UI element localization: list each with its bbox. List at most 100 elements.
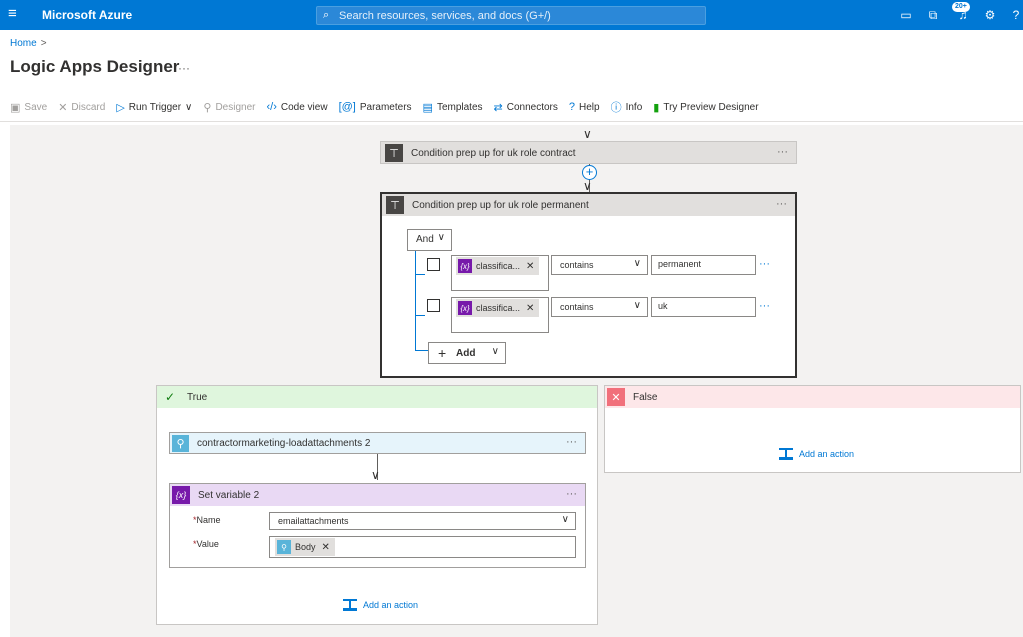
templates-icon: ▤ xyxy=(422,101,433,114)
info-button[interactable]: ⓘ Info xyxy=(611,99,643,115)
add-action-icon xyxy=(343,599,357,611)
search-input[interactable] xyxy=(339,9,699,22)
directory-filter-icon[interactable]: ⧉ xyxy=(925,7,941,23)
tree-line xyxy=(415,315,425,316)
top-bar: ≡ Microsoft Azure ⌕ ▭ ⧉ ♫ 20+ ⚙ ? xyxy=(0,0,1023,30)
remove-token-icon[interactable]: ✕ xyxy=(526,261,534,272)
condition-icon: ⊤ xyxy=(385,144,403,162)
condition-permanent-more-button[interactable]: ··· xyxy=(776,198,787,210)
chevron-down-icon: ∨ xyxy=(633,258,641,269)
true-branch-label: True xyxy=(187,391,208,403)
save-icon: ▣ xyxy=(10,101,21,114)
settings-gear-icon[interactable]: ⚙ xyxy=(982,7,998,23)
question-icon: ? xyxy=(568,101,575,113)
false-add-action-button[interactable]: Add an action xyxy=(779,448,854,460)
chevron-down-icon: ∨ xyxy=(185,101,193,113)
dynamic-content-token[interactable]: {x} classifica... ✕ xyxy=(456,299,540,317)
connectors-icon: ⇄ xyxy=(493,101,503,114)
set-variable-title: Set variable 2 xyxy=(198,489,260,501)
templates-button[interactable]: ▤ Templates xyxy=(423,101,483,114)
info-icon: ⓘ xyxy=(610,102,622,114)
designer-toolbar: ▣ Save ✕ Discard ▷ Run Trigger ∨ ⚲ Designer ‹… xyxy=(10,98,770,116)
page-more-button[interactable]: ··· xyxy=(178,61,190,75)
row-more-button[interactable]: ··· xyxy=(759,300,770,312)
cloud-shell-icon[interactable]: ▭ xyxy=(898,7,914,23)
chevron-down-icon: ∨ xyxy=(633,300,641,311)
plus-icon: + xyxy=(438,345,447,361)
tree-line xyxy=(415,350,429,351)
row-checkbox[interactable] xyxy=(427,299,440,312)
hamburger-menu-icon[interactable]: ≡ xyxy=(8,6,22,22)
set-variable-header[interactable]: {x} Set variable 2 ··· xyxy=(170,484,585,506)
code-icon: ‹/› xyxy=(266,101,277,113)
connectors-button[interactable]: ⇄ Connectors xyxy=(494,101,558,114)
row-checkbox[interactable] xyxy=(427,258,440,271)
variable-icon: {x} xyxy=(458,259,472,273)
load-attachments-action-card[interactable]: ⚲ contractormarketing-loadattachments 2 … xyxy=(169,432,586,454)
true-add-action-button[interactable]: Add an action xyxy=(343,599,418,611)
remove-token-icon[interactable]: ✕ xyxy=(526,303,534,314)
load-attachments-action-title: contractormarketing-loadattachments 2 xyxy=(197,437,371,449)
discard-button[interactable]: ✕ Discard xyxy=(58,101,105,114)
condition-permanent-card[interactable]: ⊤ Condition prep up for uk role permanen… xyxy=(380,192,797,378)
help-icon[interactable]: ? xyxy=(1008,7,1023,23)
value-label: *Value xyxy=(193,539,219,549)
condition-left-operand[interactable]: {x} classifica... ✕ xyxy=(451,255,549,291)
condition-right-operand[interactable]: permanent xyxy=(651,255,756,275)
variable-value-field[interactable]: ⚲ Body ✕ xyxy=(269,536,576,558)
false-branch-header[interactable]: ✕ False xyxy=(605,386,1020,408)
global-search[interactable]: ⌕ xyxy=(316,6,706,25)
run-trigger-button[interactable]: ▷ Run Trigger ∨ xyxy=(116,101,192,114)
condition-permanent-header[interactable]: ⊤ Condition prep up for uk role permanen… xyxy=(382,194,795,216)
true-branch: ✓ True ⚲ contractormarketing-loadattachm… xyxy=(156,385,598,625)
hierarchy-icon: ⚲ xyxy=(203,101,212,114)
variable-icon: {x} xyxy=(458,301,472,315)
remove-token-icon[interactable]: ✕ xyxy=(322,542,330,553)
name-label: *Name xyxy=(193,515,221,525)
close-icon: ✕ xyxy=(607,388,625,406)
dynamic-content-token[interactable]: {x} classifica... ✕ xyxy=(456,257,540,275)
false-branch-label: False xyxy=(633,391,658,403)
parameters-icon: [@] xyxy=(338,101,356,113)
add-row-button[interactable]: + Add ∨ xyxy=(428,342,506,364)
bookmark-icon: ▮ xyxy=(653,101,660,114)
row-more-button[interactable]: ··· xyxy=(759,258,770,270)
condition-operator-select[interactable]: contains ∨ xyxy=(551,255,648,275)
try-preview-designer-button[interactable]: ▮ Try Preview Designer xyxy=(653,101,758,114)
flow-arrow-down-icon: ∨ xyxy=(583,179,592,193)
condition-contract-more-button[interactable]: ··· xyxy=(777,146,788,158)
search-icon: ⌕ xyxy=(323,9,330,21)
condition-operator-select[interactable]: contains ∨ xyxy=(551,297,648,317)
code-view-button[interactable]: ‹/› Code view xyxy=(266,101,327,113)
condition-icon: ⊤ xyxy=(386,196,404,214)
condition-right-operand[interactable]: uk xyxy=(651,297,756,317)
chevron-down-icon: ∨ xyxy=(491,346,499,357)
condition-left-operand[interactable]: {x} classifica... ✕ xyxy=(451,297,549,333)
play-icon: ▷ xyxy=(116,101,125,114)
parameters-button[interactable]: [@] Parameters xyxy=(339,101,412,113)
help-button[interactable]: ? Help xyxy=(569,101,600,113)
load-attachments-more-button[interactable]: ··· xyxy=(566,436,577,448)
chevron-down-icon: ∨ xyxy=(561,514,569,525)
set-variable-action-card[interactable]: {x} Set variable 2 ··· *Name emailattach… xyxy=(169,483,586,568)
load-attachments-action-header[interactable]: ⚲ contractormarketing-loadattachments 2 … xyxy=(170,433,585,453)
true-branch-header[interactable]: ✓ True xyxy=(157,386,597,408)
set-variable-more-button[interactable]: ··· xyxy=(566,488,577,500)
variable-name-select[interactable]: emailattachments ∨ xyxy=(269,512,576,530)
designer-button[interactable]: ⚲ Designer xyxy=(203,101,255,114)
breadcrumb-home[interactable]: Home xyxy=(10,38,37,49)
save-button[interactable]: ▣ Save xyxy=(10,101,47,114)
page-title: Logic Apps Designer xyxy=(10,57,180,76)
insert-step-plus-icon[interactable]: + xyxy=(582,165,597,180)
close-icon: ✕ xyxy=(58,101,68,114)
tree-line xyxy=(415,251,416,350)
brand-title[interactable]: Microsoft Azure xyxy=(42,8,132,22)
condition-contract-card[interactable]: ⊤ Condition prep up for uk role contract… xyxy=(380,141,797,164)
http-connector-icon: ⚲ xyxy=(277,540,291,554)
condition-contract-header[interactable]: ⊤ Condition prep up for uk role contract… xyxy=(381,142,796,164)
breadcrumb: Home > xyxy=(10,38,47,49)
toolbar-divider xyxy=(0,121,1023,122)
add-action-icon xyxy=(779,448,793,460)
group-operator-select[interactable]: And ∨ xyxy=(407,229,452,251)
dynamic-content-token[interactable]: ⚲ Body ✕ xyxy=(275,538,335,556)
